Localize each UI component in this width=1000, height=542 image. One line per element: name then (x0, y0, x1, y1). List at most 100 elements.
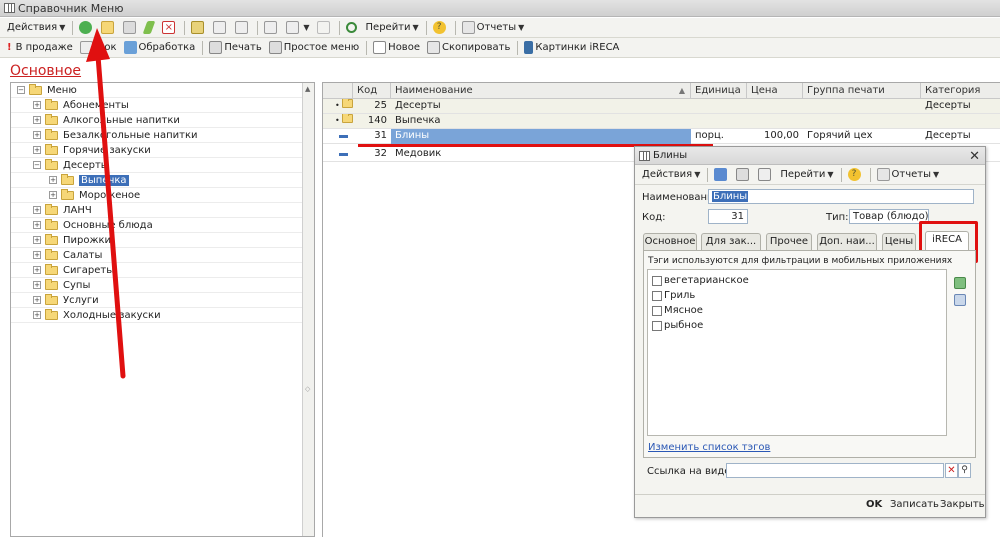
tree-item[interactable]: + Услуги (11, 293, 303, 308)
check-all-icon[interactable] (954, 277, 966, 289)
column-header-category[interactable]: Категория (921, 83, 1000, 99)
list-mode-button[interactable] (210, 19, 231, 37)
video-link-input[interactable] (726, 463, 944, 478)
expand-icon[interactable]: + (33, 236, 41, 244)
expand-icon[interactable]: + (33, 101, 41, 109)
refresh-button[interactable] (343, 19, 362, 37)
dialog-goto-menu[interactable]: Перейти ▼ (777, 166, 836, 184)
record-button[interactable] (733, 166, 754, 184)
expand-icon[interactable]: + (33, 131, 41, 139)
tree-scrollbar[interactable]: ▲ ◇ (302, 83, 314, 536)
expand-icon[interactable]: + (49, 191, 57, 199)
print-button[interactable]: Печать (206, 39, 264, 57)
tab-extra-names[interactable]: Доп. наи... (817, 233, 877, 250)
ireca-pictures-button[interactable]: Картинки iRECA (521, 39, 622, 57)
tree-item[interactable]: − Десерты (11, 158, 303, 173)
tree-item[interactable]: + Сигареты (11, 263, 303, 278)
close-icon[interactable]: ✕ (969, 148, 980, 165)
column-header-price[interactable]: Цена (747, 83, 803, 99)
cell-name: Блины (391, 129, 691, 144)
close-button[interactable]: Закрыть (940, 499, 985, 510)
tree-item[interactable]: + Абонементы (11, 98, 303, 113)
name-input[interactable]: Блины (708, 189, 974, 204)
expand-icon[interactable]: + (33, 116, 41, 124)
uncheck-all-icon[interactable] (954, 294, 966, 306)
filter-select-button[interactable]: ▼ (283, 19, 312, 37)
dialog-actions-label: Действия (642, 169, 693, 180)
checkbox[interactable] (652, 320, 662, 331)
tab-main[interactable]: Основное (643, 233, 697, 250)
tree-item[interactable]: + Алкогольные напитки (11, 113, 303, 128)
save-close-button[interactable] (711, 166, 732, 184)
dialog-help-button[interactable]: ? (845, 166, 866, 184)
save-button[interactable]: Записать (890, 499, 939, 510)
tree-root[interactable]: − Меню (11, 83, 303, 98)
clear-icon[interactable]: ✕ (945, 463, 958, 478)
tab-other[interactable]: Прочее (766, 233, 812, 250)
copy-button[interactable]: Скопировать (424, 39, 513, 57)
dialog-reports-menu[interactable]: Отчеты ▼ (874, 166, 943, 184)
hierarchy-button[interactable] (188, 19, 209, 37)
expand-icon[interactable]: + (33, 311, 41, 319)
expand-icon[interactable]: + (33, 266, 41, 274)
collapse-icon[interactable]: − (17, 86, 25, 94)
delete-button[interactable]: × (159, 19, 180, 37)
tree-item[interactable]: + ЛАНЧ (11, 203, 303, 218)
tab-prices[interactable]: Цены (882, 233, 916, 250)
goto-menu[interactable]: Перейти ▼ (363, 19, 422, 37)
simple-menu-button[interactable]: Простое меню (266, 39, 362, 57)
dialog-actions-menu[interactable]: Действия ▼ (639, 166, 703, 184)
table-row[interactable]: • 25 Десерты Десерты (323, 99, 1000, 114)
tree-item[interactable]: +Мороженое (11, 188, 303, 203)
collapse-icon[interactable]: − (33, 161, 41, 169)
expand-icon[interactable]: + (33, 146, 41, 154)
actions-menu[interactable]: Действия ▼ (4, 19, 68, 37)
search-icon[interactable]: ⚲ (958, 463, 971, 478)
new-button[interactable]: Новое (370, 39, 423, 57)
column-header-unit[interactable]: Единица (691, 83, 747, 99)
checkbox[interactable] (652, 275, 662, 286)
help-button[interactable]: ? (430, 19, 451, 37)
checkbox[interactable] (652, 290, 662, 301)
checkbox[interactable] (652, 305, 662, 316)
tree-item[interactable]: + Супы (11, 278, 303, 293)
scroll-thumb-icon[interactable]: ◇ (305, 385, 310, 393)
tree-item[interactable]: + Горячие закуски (11, 143, 303, 158)
grid-header-icon-col (323, 83, 353, 99)
tag-item[interactable]: Мясное (652, 305, 703, 316)
tag-item[interactable]: вегетарианское (652, 275, 749, 286)
table-row-selected[interactable]: 31 Блины порц. 100,00 Горячий цех Десерт… (323, 129, 1000, 144)
expand-icon[interactable]: + (33, 221, 41, 229)
scroll-up-icon[interactable]: ▲ (305, 85, 310, 93)
edit-tags-link[interactable]: Изменить список тэгов (648, 442, 770, 453)
tree-item[interactable]: + Пирожки (11, 233, 303, 248)
expand-icon[interactable]: + (33, 206, 41, 214)
type-select[interactable]: Товар (блюдо) (849, 209, 929, 224)
tab-for-order[interactable]: Для зак... (701, 233, 761, 250)
tree-item[interactable]: + Салаты (11, 248, 303, 263)
ok-button[interactable]: OK (866, 499, 882, 510)
column-header-code[interactable]: Код (353, 83, 391, 99)
code-input[interactable]: 31 (708, 209, 748, 224)
filter-button[interactable] (261, 19, 282, 37)
column-header-print-group[interactable]: Группа печати (803, 83, 921, 99)
folder-icon (45, 263, 58, 275)
expand-icon[interactable]: + (33, 281, 41, 289)
reports-menu[interactable]: Отчеты ▼ (459, 19, 528, 37)
dialog-copy-button[interactable] (755, 166, 776, 184)
column-header-name[interactable]: Наименование ▲ (391, 83, 691, 99)
on-sale-button[interactable]: ! В продаже (4, 39, 76, 57)
expand-icon[interactable]: + (33, 251, 41, 259)
tree-item[interactable]: + Безалкогольные напитки (11, 128, 303, 143)
expand-icon[interactable]: + (33, 296, 41, 304)
expand-icon[interactable]: + (49, 176, 57, 184)
tag-item[interactable]: Гриль (652, 290, 695, 301)
tag-item[interactable]: рыбное (652, 320, 703, 331)
tree-item-selected[interactable]: + Выпечка (11, 173, 303, 188)
clear-filter-button[interactable] (314, 19, 335, 37)
up-level-button[interactable] (232, 19, 253, 37)
table-row[interactable]: • 140 Выпечка (323, 114, 1000, 129)
tree-item[interactable]: + Основные блюда (11, 218, 303, 233)
edit-button[interactable] (142, 19, 158, 37)
tree-item[interactable]: + Холодные закуски (11, 308, 303, 323)
